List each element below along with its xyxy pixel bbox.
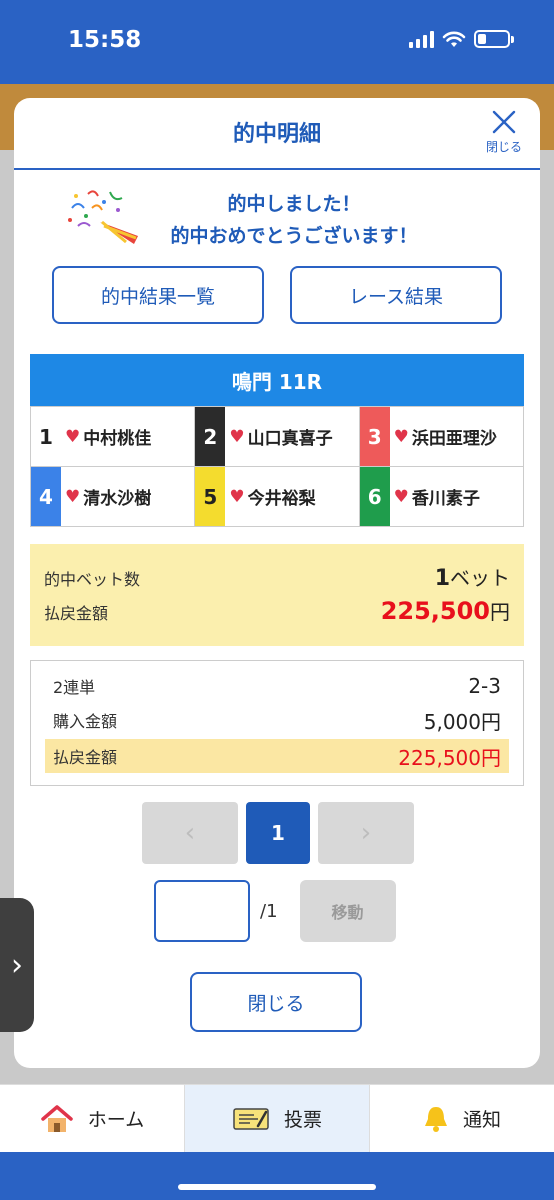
payout-label: 払戻金額 bbox=[44, 604, 109, 623]
detail-payout-label: 払戻金額 bbox=[53, 748, 118, 767]
side-drawer-handle[interactable]: › bbox=[0, 898, 34, 1032]
hit-detail-modal: 的中明細 閉じる 的中しました！ 的中おめでとうございます！ 的中結果一覧 レー… bbox=[14, 98, 540, 1068]
tab-notification[interactable]: 通知 bbox=[370, 1085, 554, 1152]
congrats-line-2: 的中おめでとうございます！ bbox=[170, 225, 418, 247]
tab-bar: ホーム 投票 通知 bbox=[0, 1084, 554, 1152]
hit-summary: 的中ベット数 1ベット 払戻金額 225,500円 bbox=[30, 544, 524, 646]
racer-cell: 1 ♥ 中村桃佳 bbox=[31, 407, 196, 467]
heart-icon[interactable]: ♥ bbox=[394, 487, 409, 507]
modal-title: 的中明細 bbox=[232, 122, 321, 147]
heart-icon[interactable]: ♥ bbox=[229, 487, 244, 507]
modal-header: 的中明細 閉じる bbox=[14, 98, 540, 170]
bet-count-label: 的中ベット数 bbox=[44, 570, 141, 589]
tab-vote[interactable]: 投票 bbox=[185, 1085, 370, 1152]
purchase-row: 購入金額 5,000円 bbox=[45, 703, 509, 737]
modal-close-label: 閉じる bbox=[485, 140, 522, 154]
prev-page-button[interactable]: ‹ bbox=[142, 802, 238, 864]
modal-close-button[interactable]: 閉じる bbox=[482, 108, 526, 155]
payout-value: 225,500円 bbox=[380, 597, 510, 625]
page-number-input[interactable] bbox=[154, 880, 250, 942]
race-header: 鳴門 11R bbox=[30, 354, 524, 406]
chevron-right-icon: › bbox=[11, 947, 23, 983]
racer-cell: 6 ♥ 香川素子 bbox=[359, 467, 524, 527]
bet-type-row: 2連単 2-3 bbox=[45, 669, 509, 703]
next-page-button[interactable]: › bbox=[318, 802, 414, 864]
racer-name: 今井裕梨 bbox=[247, 489, 316, 509]
tab-vote-label: 投票 bbox=[283, 1109, 322, 1131]
status-bar: 15:58 bbox=[0, 0, 554, 84]
racer-cell: 4 ♥ 清水沙樹 bbox=[31, 467, 196, 527]
hit-list-button[interactable]: 的中結果一覧 bbox=[52, 266, 264, 324]
battery-icon bbox=[474, 30, 514, 48]
congrats-message: 的中しました！ 的中おめでとうございます！ bbox=[144, 188, 444, 252]
bell-icon bbox=[424, 1106, 447, 1132]
tab-home-label: ホーム bbox=[87, 1109, 145, 1131]
page-total: /1 bbox=[260, 900, 278, 922]
racer-cell: 5 ♥ 今井裕梨 bbox=[195, 467, 360, 527]
racer-name: 中村桃佳 bbox=[83, 429, 152, 449]
link-buttons: 的中結果一覧 レース結果 bbox=[52, 266, 502, 324]
home-indicator bbox=[178, 1184, 376, 1190]
tab-home[interactable]: ホーム bbox=[0, 1085, 185, 1152]
racer-cell: 3 ♥ 浜田亜理沙 bbox=[359, 407, 524, 467]
bottom-safe-area bbox=[0, 1152, 554, 1200]
move-button[interactable]: 移動 bbox=[299, 880, 396, 942]
racer-cell: 2 ♥ 山口真喜子 bbox=[195, 407, 360, 467]
home-icon bbox=[41, 1104, 73, 1132]
racer-name: 清水沙樹 bbox=[83, 489, 152, 509]
cellular-signal-icon bbox=[409, 30, 434, 48]
congrats-line-1: 的中しました！ bbox=[227, 193, 361, 215]
heart-icon[interactable]: ♥ bbox=[65, 487, 80, 507]
current-page-button[interactable]: 1 bbox=[246, 802, 310, 864]
heart-icon[interactable]: ♥ bbox=[229, 427, 244, 447]
page-jump: /1 移動 bbox=[154, 880, 396, 942]
racer-name: 香川素子 bbox=[411, 489, 480, 509]
purchase-value: 5,000円 bbox=[423, 709, 501, 734]
status-icons bbox=[409, 30, 514, 48]
detail-payout-row: 払戻金額 225,500円 bbox=[45, 739, 509, 773]
bet-count-row: 的中ベット数 1ベット bbox=[44, 562, 510, 591]
race-result-button[interactable]: レース結果 bbox=[290, 266, 502, 324]
close-icon bbox=[492, 110, 516, 134]
racer-number: 4 bbox=[31, 467, 61, 526]
racer-name: 山口真喜子 bbox=[247, 429, 333, 449]
bet-type-label: 2連単 bbox=[53, 678, 96, 697]
racer-name: 浜田亜理沙 bbox=[411, 429, 497, 449]
racer-number: 5 bbox=[195, 467, 226, 526]
heart-icon[interactable]: ♥ bbox=[65, 427, 80, 447]
bet-detail: 2連単 2-3 購入金額 5,000円 払戻金額 225,500円 bbox=[30, 660, 524, 786]
racer-grid: 1 ♥ 中村桃佳 2 ♥ 山口真喜子 3 ♥ 浜田亜理沙 4 ♥ 清水沙樹 5 ♥ 今井裕梨 6 ♥ 香川素子 bbox=[30, 406, 524, 527]
racer-number: 3 bbox=[359, 407, 390, 466]
racer-number: 6 bbox=[359, 467, 390, 526]
detail-payout-value: 225,500円 bbox=[398, 745, 501, 770]
tab-notification-label: 通知 bbox=[462, 1109, 501, 1131]
pagination: ‹ 1 › bbox=[142, 802, 414, 864]
racer-number: 1 bbox=[31, 407, 61, 466]
racer-number: 2 bbox=[195, 407, 226, 466]
congrats-section: 的中しました！ 的中おめでとうございます！ bbox=[14, 170, 540, 256]
ticket-icon bbox=[233, 1107, 269, 1130]
payout-row: 払戻金額 225,500円 bbox=[44, 596, 510, 625]
wifi-icon bbox=[442, 31, 466, 47]
bet-combination: 2-3 bbox=[468, 674, 501, 698]
close-button[interactable]: 閉じる bbox=[190, 972, 362, 1032]
heart-icon[interactable]: ♥ bbox=[394, 427, 409, 447]
status-time: 15:58 bbox=[68, 27, 142, 53]
party-popper-icon bbox=[68, 190, 138, 244]
bet-count-value: 1ベット bbox=[434, 566, 510, 591]
purchase-label: 購入金額 bbox=[53, 712, 118, 731]
